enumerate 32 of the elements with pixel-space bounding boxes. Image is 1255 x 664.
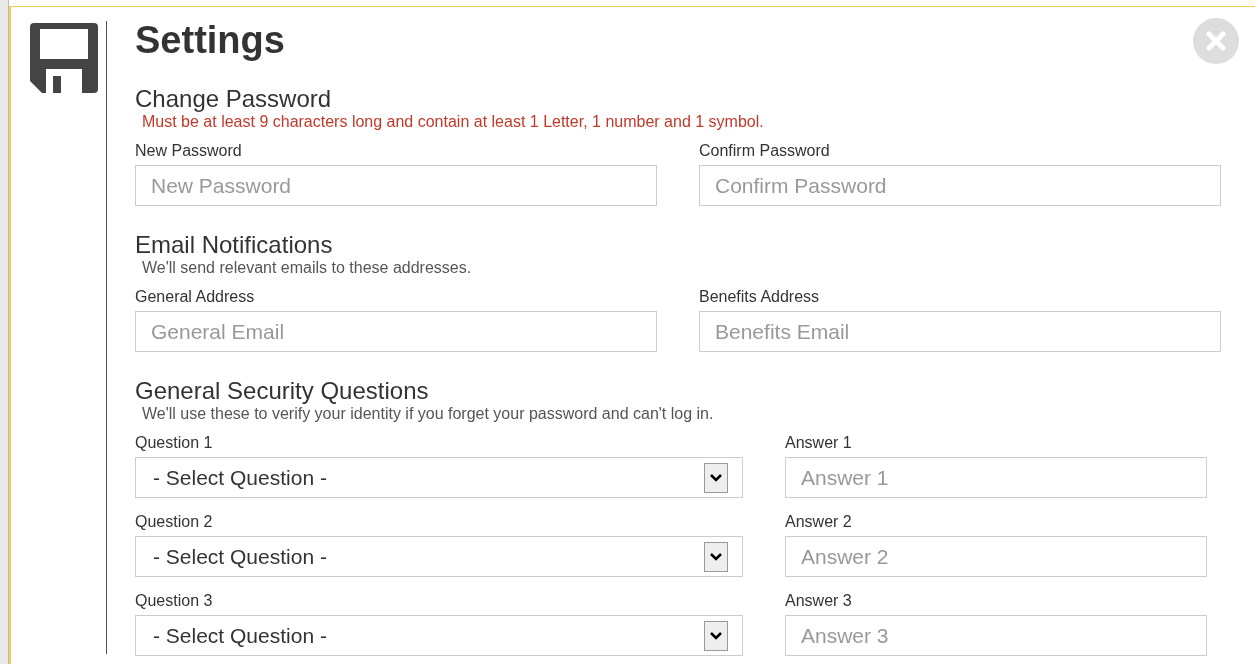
close-button[interactable] — [1193, 18, 1239, 64]
field-label: Question 3 — [135, 591, 213, 611]
text-field[interactable]: Confirm Password — [699, 165, 1221, 206]
section-title: Email Notifications — [135, 232, 333, 258]
field-label: Answer 1 — [785, 433, 852, 453]
field-label: General Address — [135, 287, 255, 307]
chevron-down-icon — [704, 620, 728, 651]
text-field[interactable]: Answer 3 — [785, 615, 1207, 656]
text-field[interactable]: Answer 2 — [785, 536, 1207, 577]
chevron-down-icon — [704, 541, 728, 572]
text-field[interactable]: Answer 1 — [785, 457, 1207, 498]
field-label: Question 1 — [135, 433, 213, 453]
field-label: Confirm Password — [699, 141, 830, 161]
section-note: We'll use these to verify your identity if you forget your password and can't log in. — [142, 404, 714, 423]
text-field[interactable]: New Password — [135, 165, 657, 206]
field-label: Answer 2 — [785, 512, 852, 532]
question-select[interactable]: - Select Question - — [135, 536, 743, 577]
field-label: Question 2 — [135, 512, 213, 532]
question-select[interactable]: - Select Question - — [135, 615, 743, 656]
text-field[interactable]: General Email — [135, 311, 657, 352]
text-field[interactable]: Benefits Email — [699, 311, 1221, 352]
question-select[interactable]: - Select Question - — [135, 457, 743, 498]
field-label: Benefits Address — [699, 287, 820, 307]
section-title: Change Password — [135, 86, 332, 112]
section-title: General Security Questions — [135, 378, 429, 404]
field-label: New Password — [135, 141, 242, 161]
chevron-down-icon — [704, 462, 728, 493]
section-note: Must be at least 9 characters long and contain at least 1 Letter, 1 number and 1 symbol. — [142, 112, 764, 131]
field-label: Answer 3 — [785, 591, 852, 611]
section-note: We'll send relevant emails to these addresses. — [142, 258, 472, 277]
dialog-title: Settings — [135, 20, 285, 60]
close-icon — [1206, 31, 1226, 51]
